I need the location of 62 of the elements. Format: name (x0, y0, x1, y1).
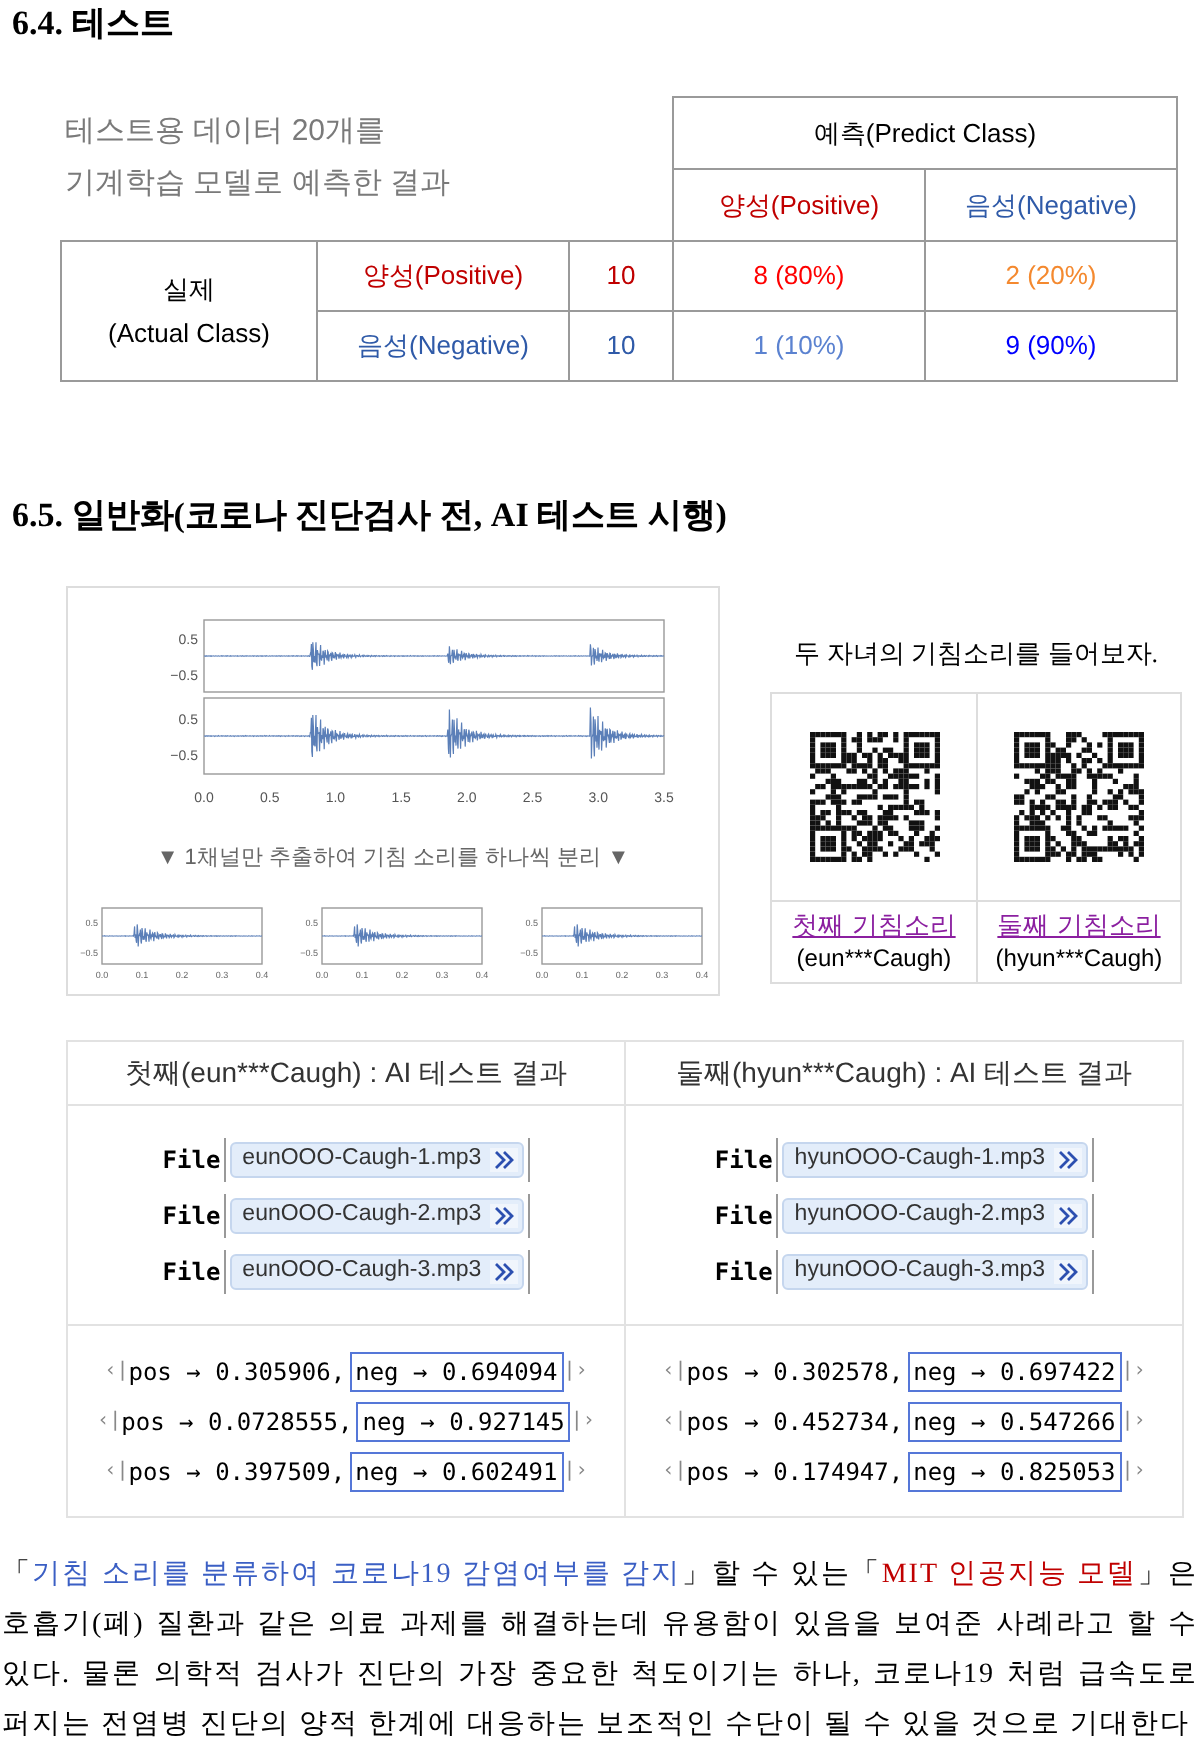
table-cell: 음성(Negative) (317, 311, 569, 381)
section-heading: 6.4. 테스트 (10, 2, 176, 46)
table-description: 테스트용 데이터 20개를 기계학습 모델로 예측한 결과 (65, 111, 453, 203)
audio-link[interactable]: 첫째 기침소리 (792, 907, 956, 941)
association-delimiter: ‹| (662, 1458, 687, 1486)
table-cell: 8 (80%) (673, 241, 925, 311)
double-chevron-icon[interactable] (1053, 1147, 1082, 1171)
listen-caption: 두 자녀의 기침소리를 들어보자. (794, 636, 1158, 672)
table-row-header: 실제 (Actual Class) (61, 241, 317, 381)
association-delimiter: ‹| (662, 1408, 687, 1436)
code-keyword: File (162, 1199, 221, 1233)
link-subtitle: (hyun***Caugh) (995, 941, 1163, 975)
figure-caption: ▼ 1채널만 추출하여 기침 소리를 하나씩 분리 ▼ (156, 844, 630, 874)
code-keyword: File (714, 1143, 773, 1177)
association-delimiter: |› (570, 1408, 595, 1436)
output-value: pos → 0.174947, (686, 1455, 904, 1489)
association-delimiter: |› (1121, 1358, 1146, 1386)
double-chevron-icon[interactable] (1053, 1203, 1082, 1227)
association-delimiter: ‹| (104, 1458, 129, 1486)
section-heading: 6.5. 일반화(코로나 진단검사 전, AI 테스트 시행) (10, 494, 729, 538)
double-chevron-icon[interactable] (1053, 1259, 1082, 1283)
table-header-cell: 양성(Positive) (673, 169, 925, 241)
highlighted-output-value: neg → 0.694094 (349, 1351, 564, 1391)
code-keyword: File (714, 1255, 773, 1289)
table-cell: 2 (20%) (925, 241, 1177, 311)
table-cell: 9 (90%) (925, 311, 1177, 381)
qr-code-drawing (809, 731, 939, 861)
association-delimiter: ‹| (97, 1408, 122, 1436)
association-delimiter: |› (563, 1458, 588, 1486)
link-subtitle: (eun***Caugh) (796, 941, 952, 975)
qr-code-drawing (1014, 731, 1144, 861)
association-delimiter: ‹| (662, 1358, 687, 1386)
table-cell: 10 (569, 241, 673, 311)
results-column-header: 첫째(eun***Caugh) : AI 테스트 결과 (67, 1041, 625, 1105)
table-cell: 양성(Positive) (317, 241, 569, 311)
code-keyword: File (162, 1143, 221, 1177)
output-value: pos → 0.305906, (128, 1355, 346, 1389)
highlighted-output-value: neg → 0.547266 (907, 1401, 1122, 1441)
highlighted-output-value: neg → 0.927145 (356, 1401, 571, 1441)
table-header-cell: 음성(Negative) (925, 169, 1177, 241)
code-keyword: File (714, 1199, 773, 1233)
table-cell: 10 (569, 311, 673, 381)
double-chevron-icon[interactable] (489, 1147, 518, 1171)
output-value: pos → 0.397509, (128, 1455, 346, 1489)
table-cell: 1 (10%) (673, 311, 925, 381)
results-column-header: 둘째(hyun***Caugh) : AI 테스트 결과 (625, 1041, 1183, 1105)
association-delimiter: |› (1121, 1408, 1146, 1436)
output-value: pos → 0.302578, (686, 1355, 904, 1389)
output-value: pos → 0.452734, (686, 1405, 904, 1439)
conclusion-paragraph: 「기침 소리를 분류하여 코로나19 감염여부를 감지」할 수 있는「MIT 인공지능 모델」은 호흡기(폐) 질환과 같은 의료 과제를 해결하는데 유용함이 있음을 보여준 사례라고 할 수 있다. 물론 의학적 검사가 진단의 가장 중요한 척도이기는 하나, 코로나19 처럼 급속도로 퍼지는 전염병 진단의 양적 한계에 대응하는 보조적인 수단이 될 수 있을 것으로 기대한다 (0, 1557, 1200, 1744)
double-chevron-icon[interactable] (489, 1259, 518, 1283)
highlighted-output-value: neg → 0.697422 (907, 1351, 1122, 1391)
table-header-cell: 예측(Predict Class) (673, 97, 1177, 169)
highlighted-output-value: neg → 0.825053 (907, 1451, 1122, 1491)
association-delimiter: ‹| (104, 1358, 129, 1386)
code-keyword: File (162, 1255, 221, 1289)
association-delimiter: |› (1121, 1458, 1146, 1486)
output-value: pos → 0.0728555, (121, 1405, 353, 1439)
highlighted-output-value: neg → 0.602491 (349, 1451, 564, 1491)
double-chevron-icon[interactable] (489, 1203, 518, 1227)
association-delimiter: |› (563, 1358, 588, 1386)
audio-link[interactable]: 둘째 기침소리 (997, 907, 1161, 941)
